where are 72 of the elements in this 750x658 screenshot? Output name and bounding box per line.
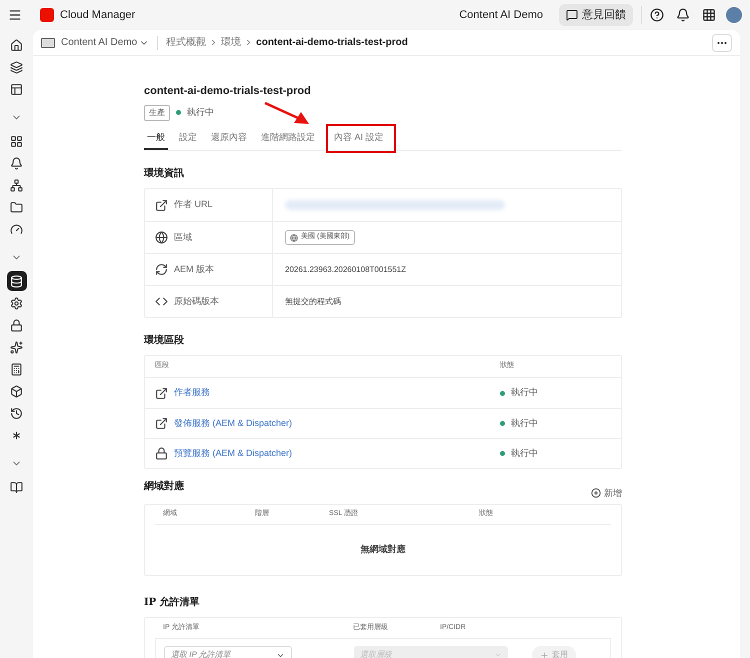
breadcrumb-item[interactable]: 程式概觀 <box>166 35 206 50</box>
panel-icon <box>10 82 23 96</box>
help-icon[interactable] <box>650 8 664 22</box>
box-icon <box>10 384 23 398</box>
tab[interactable]: 還原內容 <box>208 126 250 150</box>
code-icon <box>155 295 168 308</box>
org-name[interactable]: Content AI Demo <box>459 6 543 24</box>
lock-icon <box>155 447 168 460</box>
avatar[interactable] <box>726 7 742 23</box>
program-switcher[interactable]: Content AI Demo <box>61 35 138 50</box>
status-text: 執行中 <box>511 416 538 430</box>
plus-circle-icon <box>591 488 601 498</box>
layers-icon <box>10 60 23 74</box>
info-label: 區域 <box>174 230 192 244</box>
chevron-down-icon <box>494 651 502 658</box>
feedback-button[interactable]: 意見回饋 <box>559 4 633 26</box>
logo-icon[interactable] <box>40 8 54 22</box>
globe-icon <box>155 231 168 244</box>
tab[interactable]: 內容 AI 設定 <box>331 126 387 150</box>
section-title: 環境資訊 <box>144 166 185 181</box>
environment-title: content-ai-demo-trials-test-prod <box>144 84 312 99</box>
apps-icon[interactable] <box>702 8 716 22</box>
gear-icon <box>10 296 23 310</box>
book-icon <box>10 480 23 494</box>
ip-list-select[interactable]: 選取 IP 允許清單 <box>164 646 292 658</box>
breadcrumb-item[interactable]: content-ai-demo-trials-test-prod <box>256 35 408 50</box>
calculator-icon <box>10 362 23 376</box>
tab[interactable]: 一般 <box>144 126 168 150</box>
info-value: 無提交的程式碼 <box>285 296 341 308</box>
service-link[interactable]: 作者服務 <box>174 386 210 400</box>
home-icon <box>10 38 23 52</box>
section-title: IP 允許清單 <box>144 596 201 610</box>
sparkle-icon <box>10 340 23 354</box>
status-text: 執行中 <box>511 386 538 400</box>
status-text: 執行中 <box>187 106 214 119</box>
program-icon <box>41 38 55 48</box>
bell-icon[interactable] <box>676 8 690 22</box>
gauge-icon <box>10 222 23 236</box>
more-button[interactable] <box>712 34 732 52</box>
history-icon <box>10 406 23 420</box>
external-link-icon <box>155 417 168 430</box>
status-text: 執行中 <box>511 446 538 460</box>
section-title: 環境區段 <box>144 333 185 348</box>
info-label: 作者 URL <box>174 198 213 212</box>
environment-badge: 生產 <box>144 104 170 120</box>
chat-icon <box>566 9 578 21</box>
globe-icon <box>290 234 298 242</box>
database-icon <box>10 274 23 288</box>
info-label: AEM 版本 <box>174 262 214 276</box>
add-button[interactable]: 新增 <box>591 486 622 500</box>
section-title: 網域對應 <box>144 479 184 494</box>
grid-icon <box>10 134 23 148</box>
tab[interactable]: 設定 <box>176 126 200 150</box>
app-title: Cloud Manager <box>60 8 136 23</box>
bell-icon <box>10 156 23 170</box>
empty-message: 無網域對應 <box>360 543 406 556</box>
external-link-icon <box>155 198 168 212</box>
annotation-arrow <box>264 102 310 126</box>
breadcrumb-item[interactable]: 環境 <box>221 35 242 50</box>
service-link[interactable]: 發佈服務 (AEM & Dispatcher) <box>174 416 292 430</box>
service-link[interactable]: 預覽服務 (AEM & Dispatcher) <box>174 446 292 460</box>
plus-icon <box>540 650 549 658</box>
info-label: 原始碼版本 <box>174 294 219 308</box>
tab[interactable]: 進階網路設定 <box>258 126 318 150</box>
folder-icon <box>10 200 23 214</box>
refresh-icon <box>155 263 168 276</box>
network-icon <box>10 178 23 192</box>
lock-icon <box>10 318 23 332</box>
menu-icon[interactable] <box>8 8 22 22</box>
info-value: 20261.23963.20260108T001551Z <box>285 264 406 276</box>
sidebar-item[interactable] <box>6 271 26 291</box>
external-link-icon <box>155 386 168 400</box>
